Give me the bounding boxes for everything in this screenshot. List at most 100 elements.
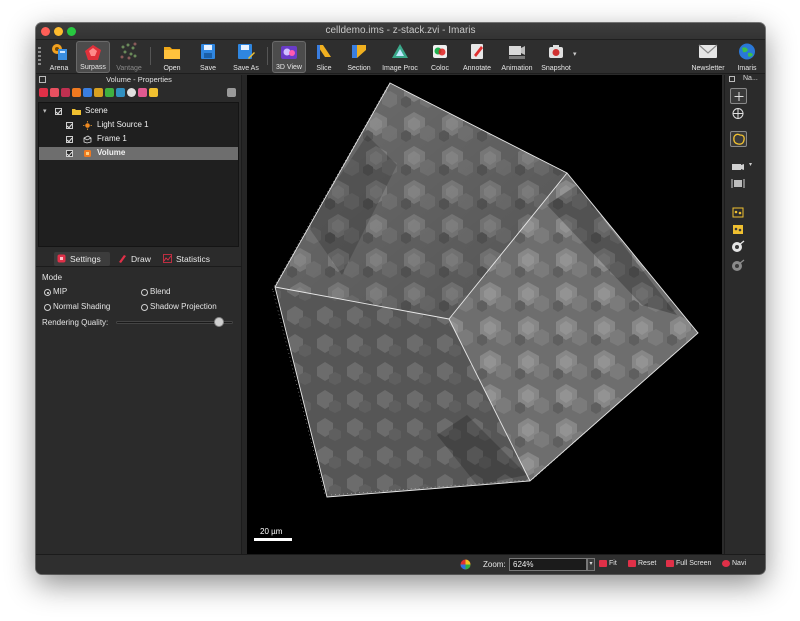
visibility-checkbox[interactable]: [66, 136, 73, 143]
toolbar-arena-button[interactable]: Arena: [44, 41, 74, 73]
toolbar-imaris-button[interactable]: Imaris: [732, 41, 762, 73]
toolbar-image-proc-button[interactable]: Image Proc: [380, 41, 420, 73]
volume-icon: [84, 150, 91, 157]
add-filaments-icon[interactable]: [61, 88, 70, 97]
animation-icon: [509, 46, 525, 59]
blob-icon: [733, 133, 745, 145]
add-surfaces-icon[interactable]: [50, 88, 59, 97]
undock-icon[interactable]: [729, 76, 735, 82]
camera-icon: [732, 164, 744, 170]
snapshot-icon: [549, 45, 563, 58]
zoom-label: Zoom:: [483, 560, 506, 569]
color-wheel-icon[interactable]: [460, 559, 471, 570]
3d-viewport[interactable]: 20 µm: [247, 75, 722, 554]
surpass-icon: [85, 45, 101, 60]
toolbar-newsletter-button[interactable]: Newsletter: [688, 41, 728, 73]
3d-view-icon: [281, 46, 297, 59]
surface-tool-button[interactable]: [730, 131, 747, 147]
add-spots-icon[interactable]: [72, 88, 81, 97]
toolbar-coloc-button[interactable]: Coloc: [425, 41, 455, 73]
zoom-dropdown-chevron-icon[interactable]: ▾: [587, 558, 595, 571]
add-light-icon[interactable]: [94, 88, 103, 97]
spots-select-button[interactable]: [730, 222, 747, 238]
rendering-quality-slider-handle[interactable]: [213, 317, 224, 327]
zoom-input[interactable]: 624%: [509, 558, 587, 571]
fit-icon: [599, 560, 607, 567]
visibility-checkbox[interactable]: [66, 150, 73, 157]
rendering-quality-label: Rendering Quality:: [42, 318, 109, 327]
tab-settings[interactable]: Settings: [54, 252, 110, 266]
undock-icon[interactable]: [39, 76, 46, 83]
toolbar-section-button[interactable]: Section: [343, 41, 375, 73]
imaris-globe-icon: [739, 43, 755, 60]
mode-mip-radio[interactable]: [44, 289, 51, 296]
add-clipping-plane-icon[interactable]: [105, 88, 114, 97]
app-window: celldemo.ims - z-stack.zvi - Imaris Aren…: [36, 23, 765, 574]
spots-icon: [732, 207, 744, 218]
visibility-checkbox[interactable]: [55, 108, 62, 115]
mode-blend-radio[interactable]: [141, 289, 148, 296]
image-proc-icon: [392, 44, 408, 58]
delete-object-icon[interactable]: [227, 88, 236, 97]
mode-normal-shading-radio[interactable]: [44, 304, 51, 311]
settings-pane: Mode MIP Blend Normal Shading Shadow Pro…: [36, 269, 242, 554]
scale-bar: [254, 538, 292, 541]
camera-dropdown-chevron-icon[interactable]: ▾: [749, 161, 752, 168]
tab-statistics[interactable]: Statistics: [160, 252, 220, 266]
target-tool-disabled-button[interactable]: [730, 258, 747, 274]
arena-icon: [52, 44, 67, 60]
add-group-icon[interactable]: [149, 88, 158, 97]
add-cells-icon[interactable]: [83, 88, 92, 97]
fit-button[interactable]: Fit: [599, 559, 627, 571]
move-cross-icon: [734, 92, 744, 101]
main-toolbar: Arena Surpass Vantage Open Save Save As …: [36, 40, 765, 74]
tree-item-light-source[interactable]: Light Source 1: [39, 119, 238, 132]
save-icon: [201, 44, 215, 59]
mode-label: Mode: [42, 273, 63, 282]
folder-icon: [164, 47, 180, 59]
target-tool-button[interactable]: [730, 239, 747, 255]
statistics-icon: [163, 254, 172, 263]
frame-icon: [83, 135, 92, 144]
fit-view-button[interactable]: [730, 176, 747, 192]
navi-button[interactable]: Navi: [722, 559, 752, 571]
toolbar-snapshot-button[interactable]: Snapshot: [539, 41, 573, 73]
toolbar-save-button[interactable]: Save: [193, 41, 223, 73]
tree-item-scene[interactable]: ▾ Scene: [39, 105, 238, 118]
toolbar-slice-button[interactable]: Slice: [310, 41, 338, 73]
mode-shadow-projection-radio[interactable]: [141, 304, 148, 311]
scene-tree: ▾ Scene Light Source 1 Frame 1 Volume: [38, 102, 239, 247]
visibility-checkbox[interactable]: [66, 122, 73, 129]
toolbar-vantage-button[interactable]: Vantage: [113, 41, 145, 73]
toolbar-animation-button[interactable]: Animation: [498, 41, 536, 73]
toolbar-surpass-button[interactable]: Surpass: [76, 41, 110, 73]
spots-filled-icon: [733, 225, 743, 234]
add-volume-icon[interactable]: [39, 88, 48, 97]
settings-tab-icon: [57, 254, 66, 263]
rendered-volume: [271, 82, 700, 498]
tree-item-volume[interactable]: Volume: [39, 147, 238, 160]
select-mode-button[interactable]: [730, 106, 747, 122]
full-screen-button[interactable]: Full Screen: [666, 559, 716, 571]
pencil-icon: [119, 255, 126, 263]
add-cut-icon[interactable]: [138, 88, 147, 97]
toolbar-3d-view-button[interactable]: 3D View: [272, 41, 306, 73]
tab-draw[interactable]: Draw: [115, 252, 155, 266]
navigate-mode-button[interactable]: [730, 88, 747, 104]
navi-header: Na...: [725, 75, 765, 86]
tree-item-frame[interactable]: Frame 1: [39, 133, 238, 146]
toolbar-overflow-chevron-icon[interactable]: ▾: [573, 50, 581, 72]
toolbar-save-as-button[interactable]: Save As: [229, 41, 263, 73]
properties-header: Volume - Properties: [36, 75, 242, 86]
expand-chevron-icon[interactable]: ▾: [43, 107, 47, 115]
spots-tool-button[interactable]: [730, 205, 747, 221]
toolbar-grip-icon[interactable]: [38, 47, 41, 65]
toolbar-separator: [267, 47, 268, 65]
reset-button[interactable]: Reset: [628, 559, 664, 571]
toolbar-open-button[interactable]: Open: [157, 41, 187, 73]
camera-type-button[interactable]: [730, 159, 747, 175]
add-measurement-icon[interactable]: [116, 88, 125, 97]
coloc-icon: [433, 45, 447, 58]
add-reference-frame-icon[interactable]: [127, 88, 136, 97]
toolbar-annotate-button[interactable]: Annotate: [460, 41, 494, 73]
